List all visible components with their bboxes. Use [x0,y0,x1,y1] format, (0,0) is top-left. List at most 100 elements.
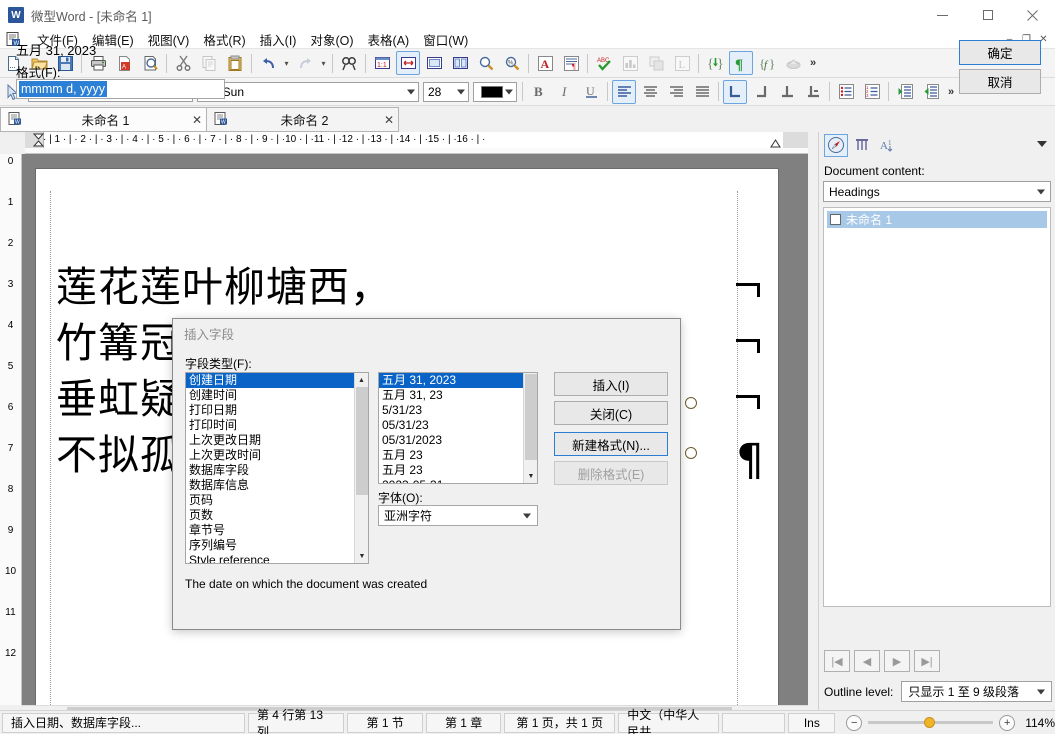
previous-icon[interactable]: ◀ [854,650,880,672]
paste-icon[interactable] [223,51,247,75]
redo-icon[interactable] [293,51,317,75]
align-right-icon[interactable] [664,80,688,104]
field-type-item[interactable]: 章节号 [186,523,354,538]
print-preview-icon[interactable] [138,51,162,75]
field-type-item[interactable]: 打印日期 [186,403,354,418]
delete-format-button[interactable]: 删除格式(E) [554,461,668,485]
document-content-combo[interactable]: Headings [823,181,1051,202]
menu-view[interactable]: 视图(V) [141,29,197,50]
indent-marker-icon[interactable] [33,133,44,148]
field-type-scrollbar[interactable]: ▲ ▼ [354,373,368,563]
next-icon[interactable]: ▶ [884,650,910,672]
align-justify-icon[interactable] [690,80,714,104]
insert-button[interactable]: 插入(I) [554,372,668,396]
valign-bottom-icon[interactable] [749,80,773,104]
menu-insert[interactable]: 插入(I) [253,29,304,50]
headings-icon[interactable] [850,134,874,157]
function-field-icon[interactable]: {f} [755,51,779,75]
field-type-item[interactable]: Style reference [186,553,354,563]
zoom-slider[interactable] [868,717,994,728]
formatting-marks-icon[interactable]: ¶ [729,51,753,75]
page-width-icon[interactable] [396,51,420,75]
new-format-button[interactable]: 新建格式(N)... [554,432,668,456]
field-type-item[interactable]: 数据库信息 [186,478,354,493]
align-center-icon[interactable] [638,80,662,104]
undo-dropdown-icon[interactable]: ▾ [281,59,292,68]
zoom-100-icon[interactable]: 1:1 [370,51,394,75]
font-name-combo[interactable]: SimSun [197,81,419,102]
valign-baseline-icon[interactable] [801,80,825,104]
object-icon[interactable] [644,51,668,75]
font-combo[interactable]: 亚洲字符 [378,505,538,526]
underline-button[interactable]: U [579,80,603,104]
format-input[interactable]: mmmm d, yyyy [16,79,225,99]
scrollbar-thumb[interactable] [356,387,368,495]
format-item[interactable]: 五月 23 [379,448,523,463]
scrollbar-thumb[interactable] [525,374,537,460]
field-type-item[interactable]: 打印时间 [186,418,354,433]
field-type-item[interactable]: 创建时间 [186,388,354,403]
zoom-slider-knob[interactable] [924,717,936,728]
italic-button[interactable]: I [553,80,577,104]
spellcheck-icon[interactable]: ABC [592,51,616,75]
radio-option-1[interactable] [685,397,697,409]
align-left-icon[interactable] [612,79,636,104]
cut-icon[interactable] [171,51,195,75]
copy-icon[interactable] [197,51,221,75]
field-type-item[interactable]: 页数 [186,508,354,523]
numbered-list-icon[interactable]: 123 [860,80,884,104]
text-frame-icon[interactable]: L [670,51,694,75]
insert-field-icon[interactable]: {} [703,51,727,75]
zoom-percent-icon[interactable]: % [500,51,524,75]
maximize-button[interactable] [965,0,1010,30]
bullet-list-icon[interactable] [834,80,858,104]
menu-format[interactable]: 格式(R) [196,29,252,50]
tab-untitled-1[interactable]: W 未命名 1 ✕ [0,107,207,132]
paragraph-style-icon[interactable]: ¶ [559,51,583,75]
zoom-in-button[interactable]: + [999,714,1016,731]
navigator-compass-icon[interactable] [824,133,848,157]
format-listbox[interactable]: 五月 31, 2023 五月 31, 23 5/31/23 05/31/23 0… [378,372,538,484]
field-type-item[interactable]: 上次更改时间 [186,448,354,463]
right-indent-marker-icon[interactable] [770,139,781,148]
chart-icon[interactable] [618,51,642,75]
zoom-control[interactable]: − + 114% [846,714,1055,731]
navigator-heading-list[interactable]: 未命名 1 [823,207,1051,607]
close-button[interactable]: 关闭(C) [554,401,668,425]
format-item[interactable]: 05/31/2023 [379,433,523,448]
decrease-indent-icon[interactable] [893,80,917,104]
increase-indent-icon[interactable] [919,80,943,104]
bold-button[interactable]: B [527,80,551,104]
radio-option-2[interactable] [685,447,697,459]
font-color-combo[interactable] [473,81,517,102]
valign-center-icon[interactable] [775,80,799,104]
tab-close-icon[interactable]: ✕ [380,113,398,127]
format-item[interactable]: 五月 31, 2023 [379,373,523,388]
menu-table[interactable]: 表格(A) [361,29,417,50]
field-type-item[interactable]: 页码 [186,493,354,508]
insert-field-dialog[interactable]: 插入字段 字段类型(F): 创建日期 创建时间 打印日期 打印时间 上次更改日期… [172,318,697,630]
first-icon[interactable]: |◀ [824,650,850,672]
export-pdf-icon[interactable]: A [112,51,136,75]
format-item[interactable]: 2023-05-31 [379,478,523,483]
package-icon[interactable] [781,51,805,75]
scroll-down-icon[interactable]: ▼ [355,549,368,563]
format-item[interactable]: 五月 23 [379,463,523,478]
font-color-icon[interactable]: A [533,51,557,75]
field-type-item[interactable]: 序列编号 [186,538,354,553]
field-type-item[interactable]: 数据库字段 [186,463,354,478]
checkbox-icon[interactable] [830,214,841,225]
cancel-button[interactable]: 取消 [959,69,1041,94]
scroll-down-icon[interactable]: ▼ [524,469,537,483]
horizontal-ruler[interactable]: · | 1 · | · 2 · | · 3 · | · 4 · | · 5 · … [25,132,808,154]
redo-dropdown-icon[interactable]: ▾ [318,59,329,68]
outline-level-combo[interactable]: 只显示 1 至 9 级段落 [901,681,1052,702]
web-layout-icon[interactable] [422,51,446,75]
find-replace-icon[interactable] [337,51,361,75]
format-item[interactable]: 05/31/23 [379,418,523,433]
navigator-list-item[interactable]: 未命名 1 [827,211,1047,228]
minimize-button[interactable] [920,0,965,30]
field-type-item[interactable]: 上次更改日期 [186,433,354,448]
format-item[interactable]: 五月 31, 23 [379,388,523,403]
sort-az-icon[interactable]: A1 [876,134,900,157]
